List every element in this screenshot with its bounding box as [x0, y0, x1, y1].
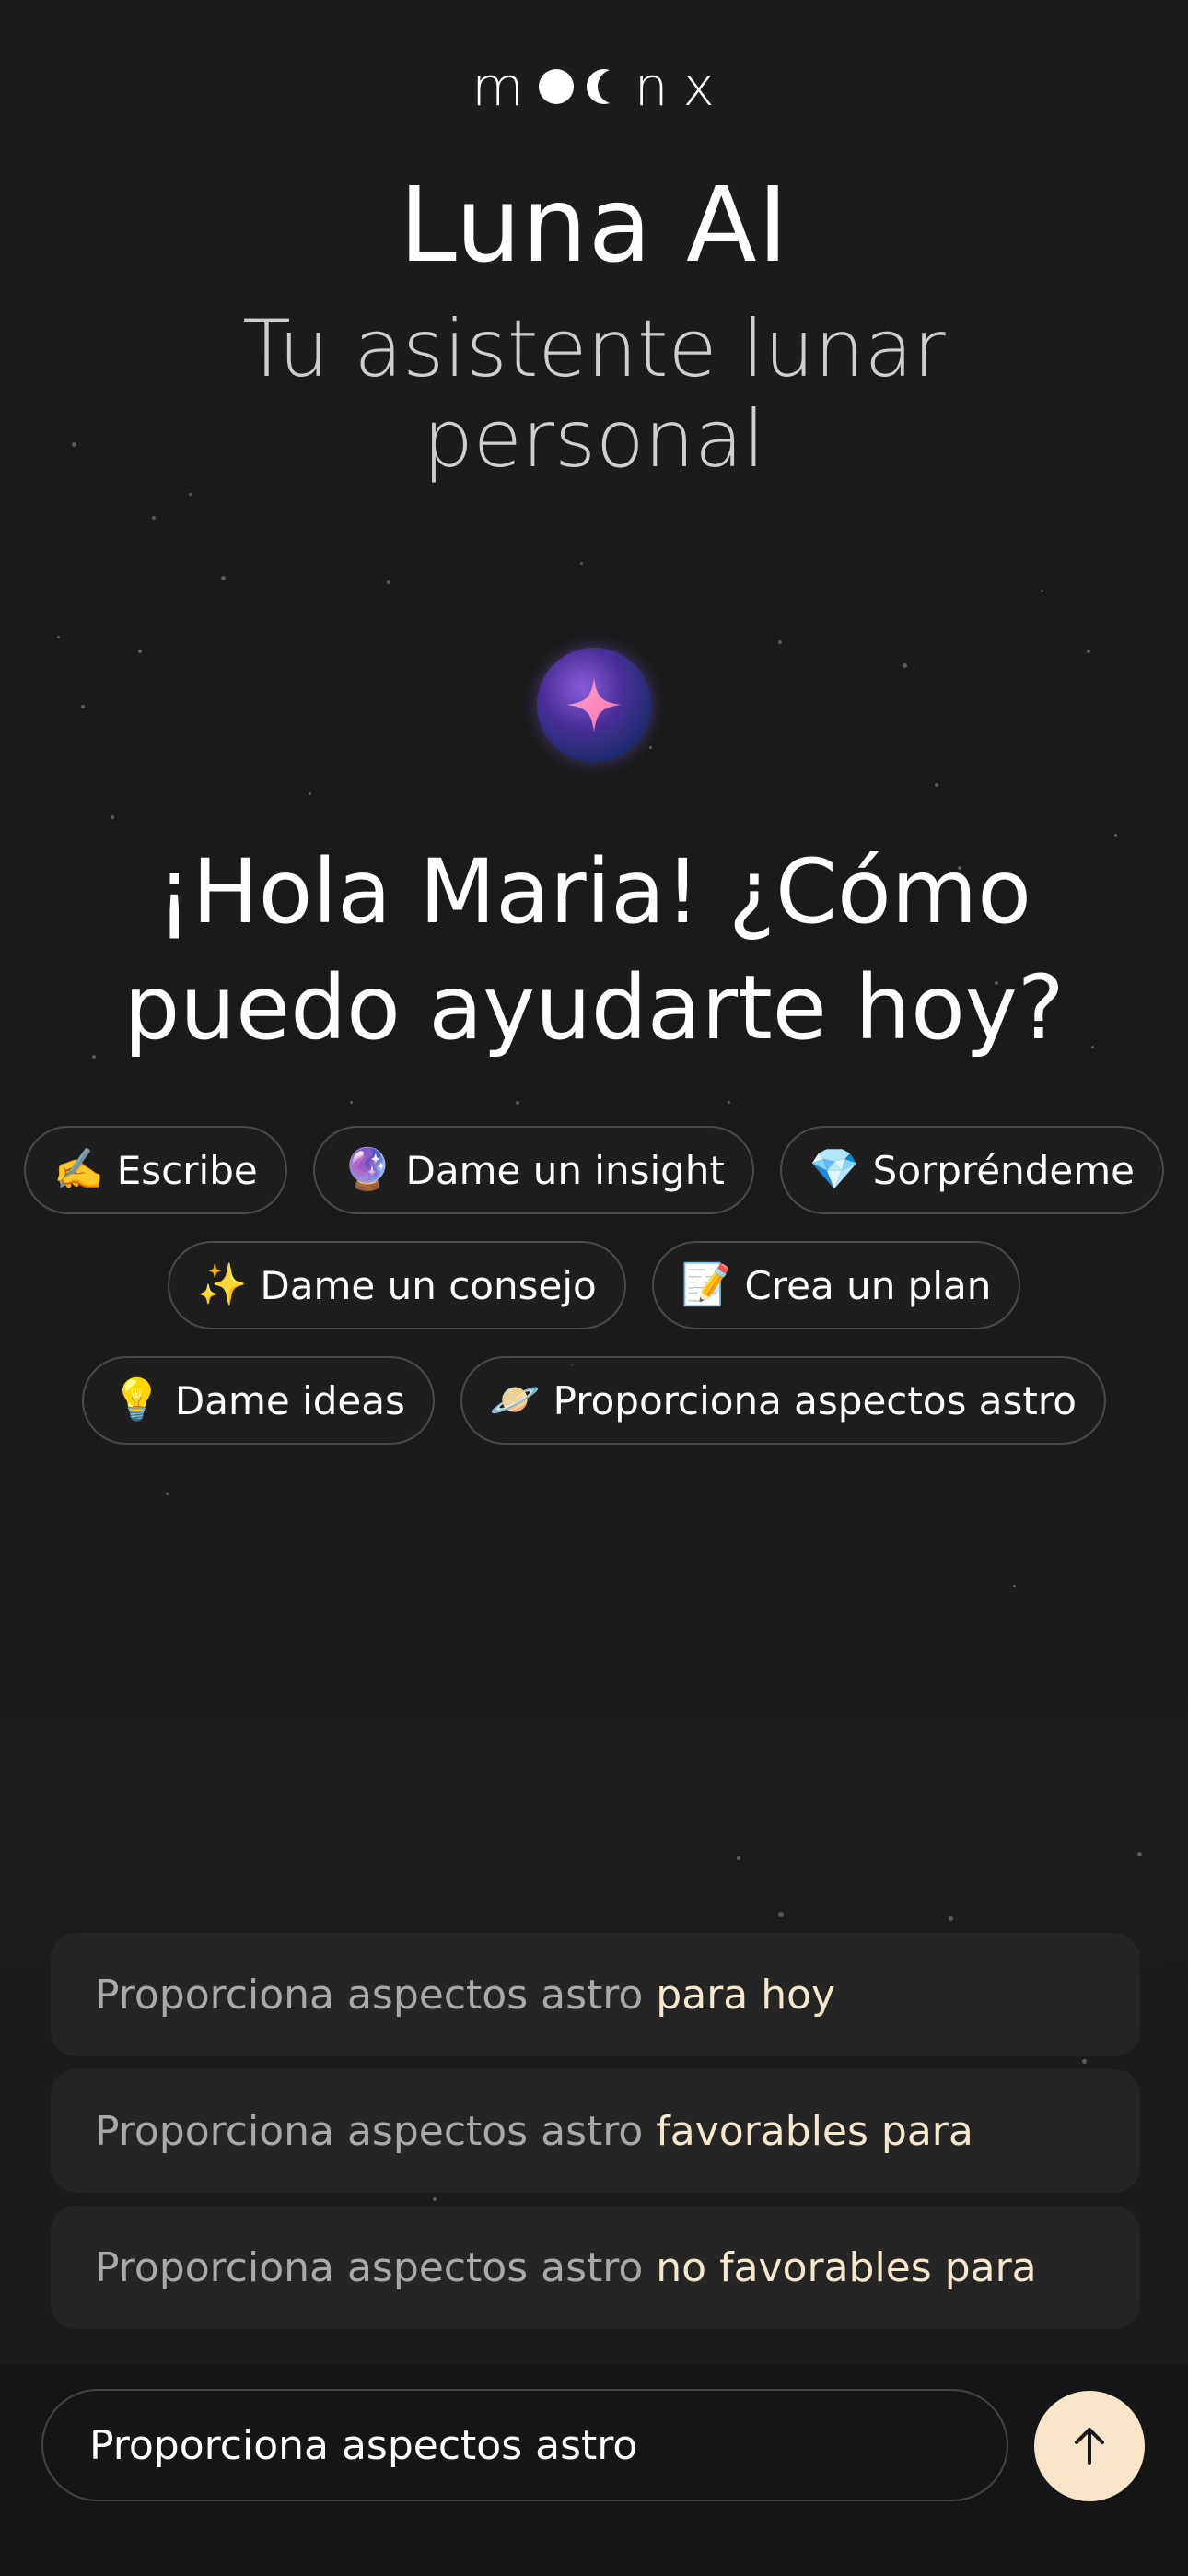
memo-icon: 📝 [681, 1261, 732, 1308]
ringed-planet-icon: 🪐 [489, 1376, 541, 1423]
suggestion-completion-text: favorables para [656, 2107, 973, 2155]
quick-actions-row-2: ✨ Dame un consejo 📝 Crea un plan [0, 1241, 1188, 1329]
chip-dame-ideas[interactable]: 💡 Dame ideas [82, 1356, 435, 1445]
suggestion-favorables-para[interactable]: Proporciona aspectos astro favorables pa… [51, 2069, 1140, 2193]
chip-label: Sorpréndeme [872, 1147, 1136, 1193]
chip-proporciona-aspectos-astro[interactable]: 🪐 Proporciona aspectos astro [460, 1356, 1106, 1445]
message-input-value: Proporciona aspectos astro [89, 2421, 638, 2469]
send-button[interactable] [1034, 2391, 1145, 2501]
logo-letter-x: x [682, 55, 716, 118]
moonx-logo: m n x [0, 55, 1188, 118]
chip-label: Dame un consejo [260, 1262, 597, 1308]
chip-escribe[interactable]: ✍️ Escribe [23, 1126, 287, 1214]
chip-label: Dame un insight [405, 1147, 725, 1193]
logo-letter-m: m [472, 55, 526, 118]
chip-label: Proporciona aspectos astro [553, 1377, 1077, 1423]
suggestion-base-text: Proporciona aspectos astro [95, 1971, 644, 2019]
chip-label: Dame ideas [174, 1377, 405, 1423]
suggestion-completion-text: no favorables para [656, 2243, 1037, 2291]
writing-hand-icon: ✍️ [52, 1146, 104, 1193]
chip-dame-un-insight[interactable]: 🔮 Dame un insight [312, 1126, 754, 1214]
quick-actions-row-1: ✍️ Escribe 🔮 Dame un insight 💎 Sorprénde… [0, 1126, 1188, 1214]
suggestion-para-hoy[interactable]: Proporciona aspectos astro para hoy [51, 1933, 1140, 2056]
chip-label: Crea un plan [744, 1262, 992, 1308]
suggestion-base-text: Proporciona aspectos astro [95, 2107, 644, 2155]
suggestion-base-text: Proporciona aspectos astro [95, 2243, 644, 2291]
logo-letter-n: n [634, 55, 670, 118]
chip-dame-un-consejo[interactable]: ✨ Dame un consejo [167, 1241, 626, 1329]
message-input[interactable]: Proporciona aspectos astro [41, 2389, 1008, 2501]
chip-sorprendeme[interactable]: 💎 Sorpréndeme [779, 1126, 1165, 1214]
chip-crea-un-plan[interactable]: 📝 Crea un plan [651, 1241, 1021, 1329]
suggestion-no-favorables-para[interactable]: Proporciona aspectos astro no favorables… [51, 2206, 1140, 2329]
crescent-moon-icon [587, 69, 622, 104]
arrow-up-icon [1075, 2428, 1104, 2465]
gem-icon: 💎 [809, 1146, 860, 1193]
crystal-ball-icon: 🔮 [342, 1146, 393, 1193]
app-subtitle: Tu asistente lunar personal [242, 303, 946, 486]
suggestion-completion-text: para hoy [656, 1971, 836, 2019]
full-moon-icon [538, 69, 574, 104]
sparkle-orb-icon [537, 648, 651, 762]
chip-label: Escribe [116, 1147, 258, 1193]
luna-ai-screen: m n x Luna AI Tu asistente lunar persona… [0, 0, 1188, 2576]
sparkle-icon [566, 677, 622, 732]
light-bulb-icon: 💡 [111, 1376, 162, 1423]
app-title: Luna AI [399, 166, 789, 286]
quick-actions-row-3: 💡 Dame ideas 🪐 Proporciona aspectos astr… [0, 1356, 1188, 1445]
sparkles-icon: ✨ [196, 1261, 248, 1308]
greeting-message: ¡Hola Maria! ¿Cómo puedo ayudarte hoy? [123, 840, 1065, 1060]
